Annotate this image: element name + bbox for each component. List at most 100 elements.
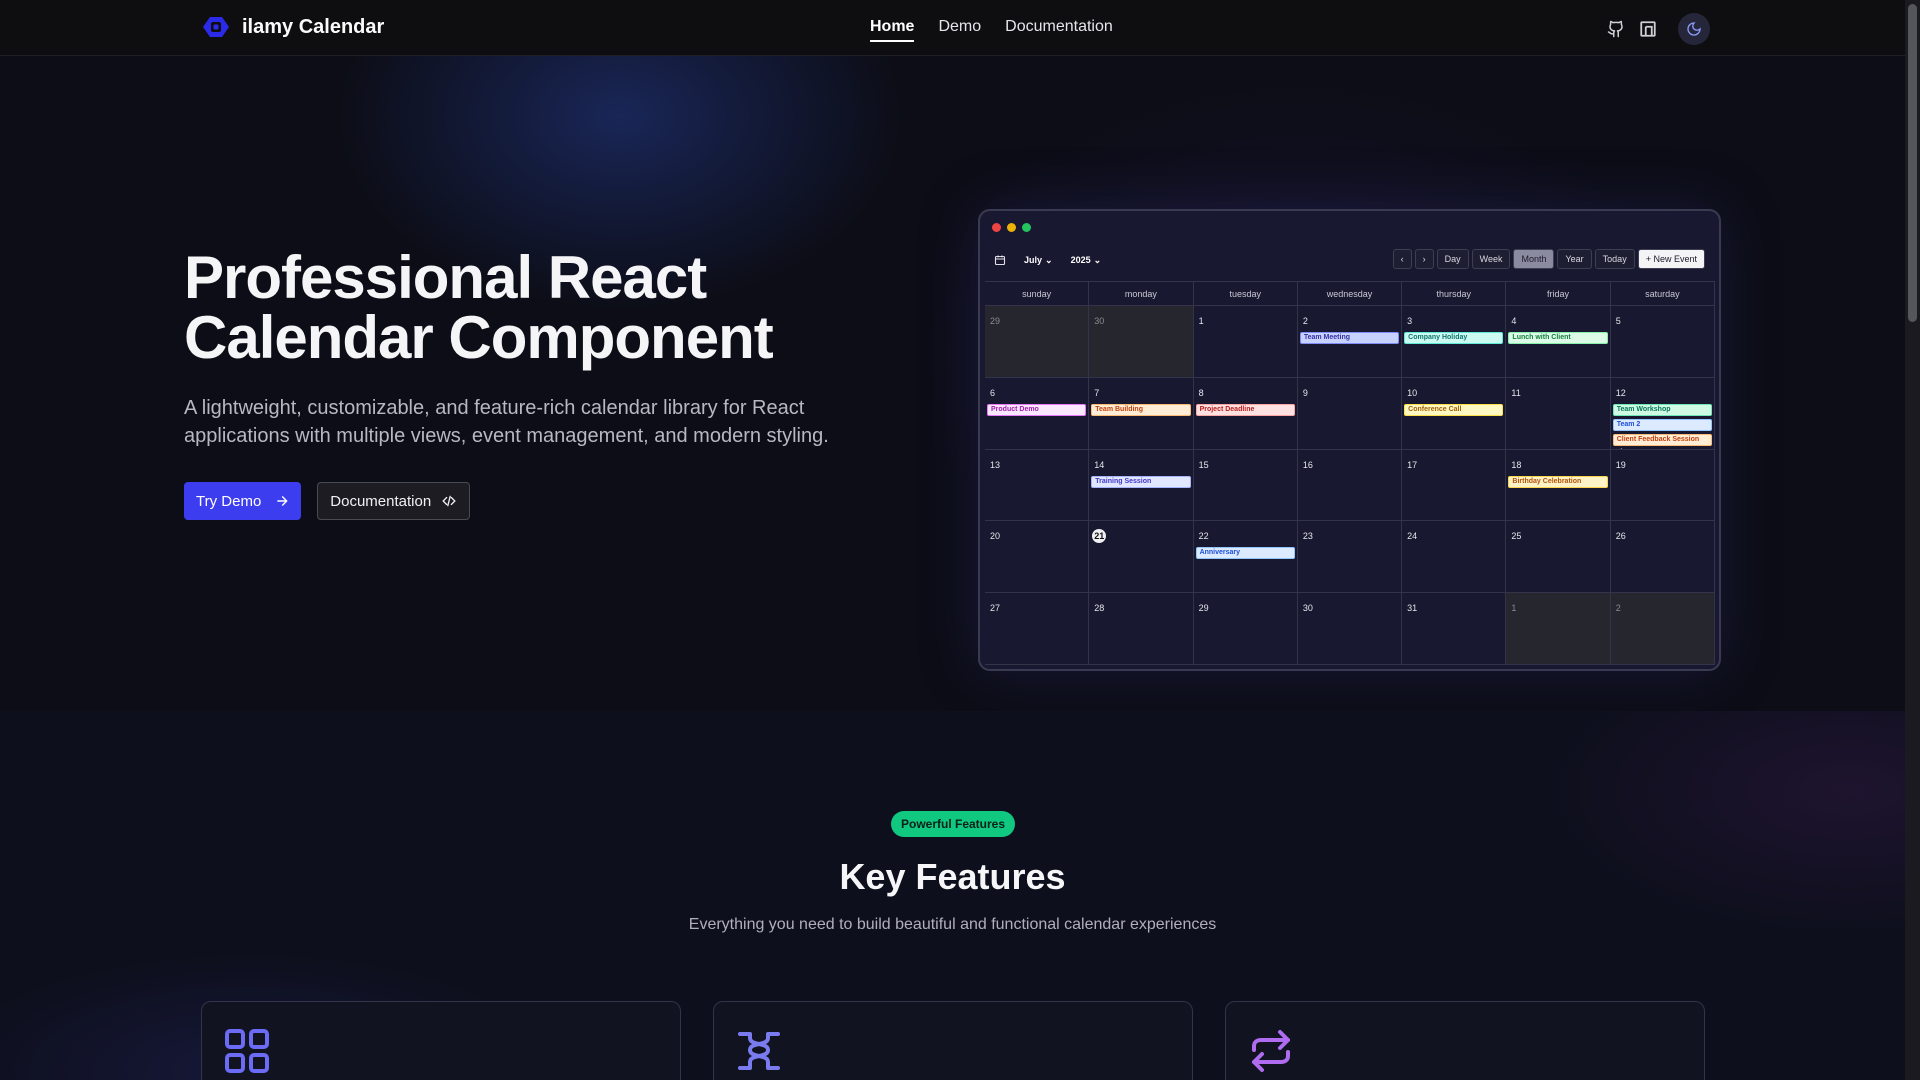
calendar-preview: July ⌄ 2025 ⌄ ‹ › Day Week Month Year Toda… — [978, 209, 1721, 671]
today-button[interactable]: Today — [1594, 249, 1635, 269]
day-cell[interactable]: 15 — [1193, 449, 1298, 522]
try-demo-label: Try Demo — [196, 492, 262, 510]
day-cell[interactable]: 18 Birthday Celebration — [1506, 449, 1611, 522]
grid-icon — [225, 1029, 269, 1073]
chevron-down-icon: ⌄ — [1093, 254, 1102, 265]
event-chip[interactable]: Project Deadline — [1195, 403, 1295, 416]
documentation-button[interactable]: Documentation — [317, 482, 471, 520]
day-cell[interactable]: 2 Team Meeting — [1297, 306, 1403, 378]
event-chip[interactable]: Team Building — [1091, 403, 1191, 416]
day-cell[interactable]: 2 — [1610, 593, 1715, 665]
plus-icon: + — [1645, 254, 1654, 264]
day-cell[interactable]: 30 — [1089, 306, 1194, 378]
event-chip[interactable]: Lunch with Client — [1508, 332, 1608, 344]
year-select[interactable]: 2025 ⌄ — [1071, 255, 1102, 266]
weekday-header: wednesday — [1297, 282, 1403, 306]
event-chip[interactable]: Team 2 — [1612, 418, 1712, 431]
day-cell[interactable]: 1 — [1506, 593, 1611, 665]
day-cell[interactable]: 21 — [1089, 521, 1194, 594]
event-chip[interactable]: Conference Call — [1404, 403, 1504, 416]
event-chip[interactable]: Company Holiday — [1404, 332, 1504, 344]
day-cell[interactable]: 30 — [1297, 593, 1403, 665]
prev-button[interactable]: ‹ — [1392, 249, 1412, 269]
hero-buttons: Try Demo Documentation — [184, 482, 471, 520]
day-cell[interactable]: 26 — [1610, 521, 1715, 594]
day-cell[interactable]: 28 — [1089, 593, 1194, 665]
day-number: 1 — [1511, 603, 1517, 614]
day-cell[interactable]: 20 — [985, 521, 1090, 594]
minimize-dot — [1007, 223, 1016, 232]
moon-icon — [1687, 22, 1701, 36]
scrollbar[interactable] — [1905, 0, 1920, 1080]
event-chip[interactable]: Birthday Celebration — [1508, 475, 1608, 488]
day-number: 27 — [990, 603, 1001, 614]
day-cell[interactable]: 10 Conference Call — [1402, 377, 1507, 450]
day-number: 23 — [1302, 531, 1313, 542]
event-chip[interactable]: Anniversary — [1195, 547, 1295, 560]
drag-icon — [738, 1032, 780, 1070]
close-dot — [992, 223, 1001, 232]
event-chip[interactable]: Team Workshop — [1612, 403, 1712, 416]
maximize-dot — [1022, 223, 1031, 232]
event-chip[interactable]: Training Session — [1091, 475, 1191, 488]
day-number: 4 — [1511, 316, 1517, 326]
day-cell[interactable]: 8 Project Deadline — [1193, 377, 1298, 450]
brand[interactable]: ilamy Calendar — [200, 14, 384, 40]
day-cell[interactable]: 19 — [1610, 449, 1715, 522]
day-cell[interactable]: 23 — [1297, 521, 1403, 594]
day-cell[interactable]: 4 Lunch with Client — [1506, 306, 1611, 378]
scrollbar-thumb[interactable] — [1908, 4, 1917, 322]
day-cell[interactable]: 7 Team Building — [1089, 377, 1194, 450]
nav-links: Home Demo Documentation — [870, 18, 1113, 42]
arrow-right-icon — [277, 496, 288, 506]
nav-link-documentation[interactable]: Documentation — [1005, 18, 1113, 42]
day-cell[interactable]: 22 Anniversary — [1193, 521, 1298, 594]
day-number: 11 — [1511, 387, 1521, 398]
hero-subtitle: A lightweight, customizable, and feature… — [184, 397, 829, 447]
day-cell[interactable]: 27 — [985, 593, 1090, 665]
day-cell[interactable]: 1 — [1193, 306, 1298, 378]
day-cell[interactable]: 13 — [985, 449, 1090, 522]
calendar-view-buttons: ‹ › Day Week Month Year Today + New Even… — [1392, 249, 1705, 269]
day-cell[interactable]: 6 Product Demo — [985, 377, 1090, 450]
day-number: 6 — [990, 387, 996, 398]
day-cell[interactable]: 29 — [1193, 593, 1298, 665]
week-view-button[interactable]: Week — [1471, 249, 1511, 269]
layout-icon[interactable] — [1638, 19, 1658, 39]
day-number: 19 — [1615, 459, 1626, 470]
day-cell[interactable]: 12 Team Workshop Team 2 Client Feedback Ses… — [1610, 377, 1715, 450]
features-section: Powerful Features Key Features Everythin… — [0, 711, 1905, 1080]
new-event-button[interactable]: + New Event — [1637, 249, 1705, 269]
nav-icons — [1606, 13, 1710, 45]
github-icon[interactable] — [1606, 19, 1626, 39]
day-number: 29 — [1198, 603, 1209, 614]
day-cell[interactable]: 14 Training Session — [1089, 449, 1194, 522]
day-cell[interactable]: 29 — [985, 306, 1090, 378]
day-view-button[interactable]: Day — [1436, 249, 1469, 269]
event-chip[interactable]: Client Feedback Session — [1612, 433, 1712, 446]
month-view-button[interactable]: Month — [1513, 249, 1555, 269]
day-cell[interactable]: 17 — [1402, 449, 1507, 522]
event-chip[interactable]: Team Meeting — [1299, 332, 1400, 344]
month-select[interactable]: July ⌄ — [1024, 255, 1053, 266]
day-cell[interactable]: 3 Company Holiday — [1402, 306, 1507, 378]
top-navbar: ilamy Calendar Home Demo Documentation — [0, 0, 1905, 56]
day-cell[interactable]: 24 — [1402, 521, 1507, 594]
year-view-button[interactable]: Year — [1557, 249, 1592, 269]
weekday-header: sunday — [985, 282, 1090, 306]
try-demo-button[interactable]: Try Demo — [184, 482, 302, 520]
event-chip[interactable]: Product Demo — [987, 403, 1087, 416]
nav-link-demo[interactable]: Demo — [938, 18, 981, 42]
day-cell[interactable]: 11 — [1506, 377, 1611, 450]
day-cell[interactable]: 16 — [1297, 449, 1403, 522]
logo-icon — [203, 17, 229, 37]
day-cell[interactable]: 25 — [1506, 521, 1611, 594]
day-cell[interactable]: 9 — [1297, 377, 1403, 450]
next-button[interactable]: › — [1414, 249, 1434, 269]
theme-toggle-button[interactable] — [1678, 13, 1710, 45]
nav-link-home[interactable]: Home — [870, 18, 915, 42]
day-number: 30 — [1302, 603, 1313, 614]
day-cell[interactable]: 5 — [1610, 306, 1715, 378]
day-number: 16 — [1302, 459, 1313, 470]
day-cell[interactable]: 31 — [1402, 593, 1507, 665]
